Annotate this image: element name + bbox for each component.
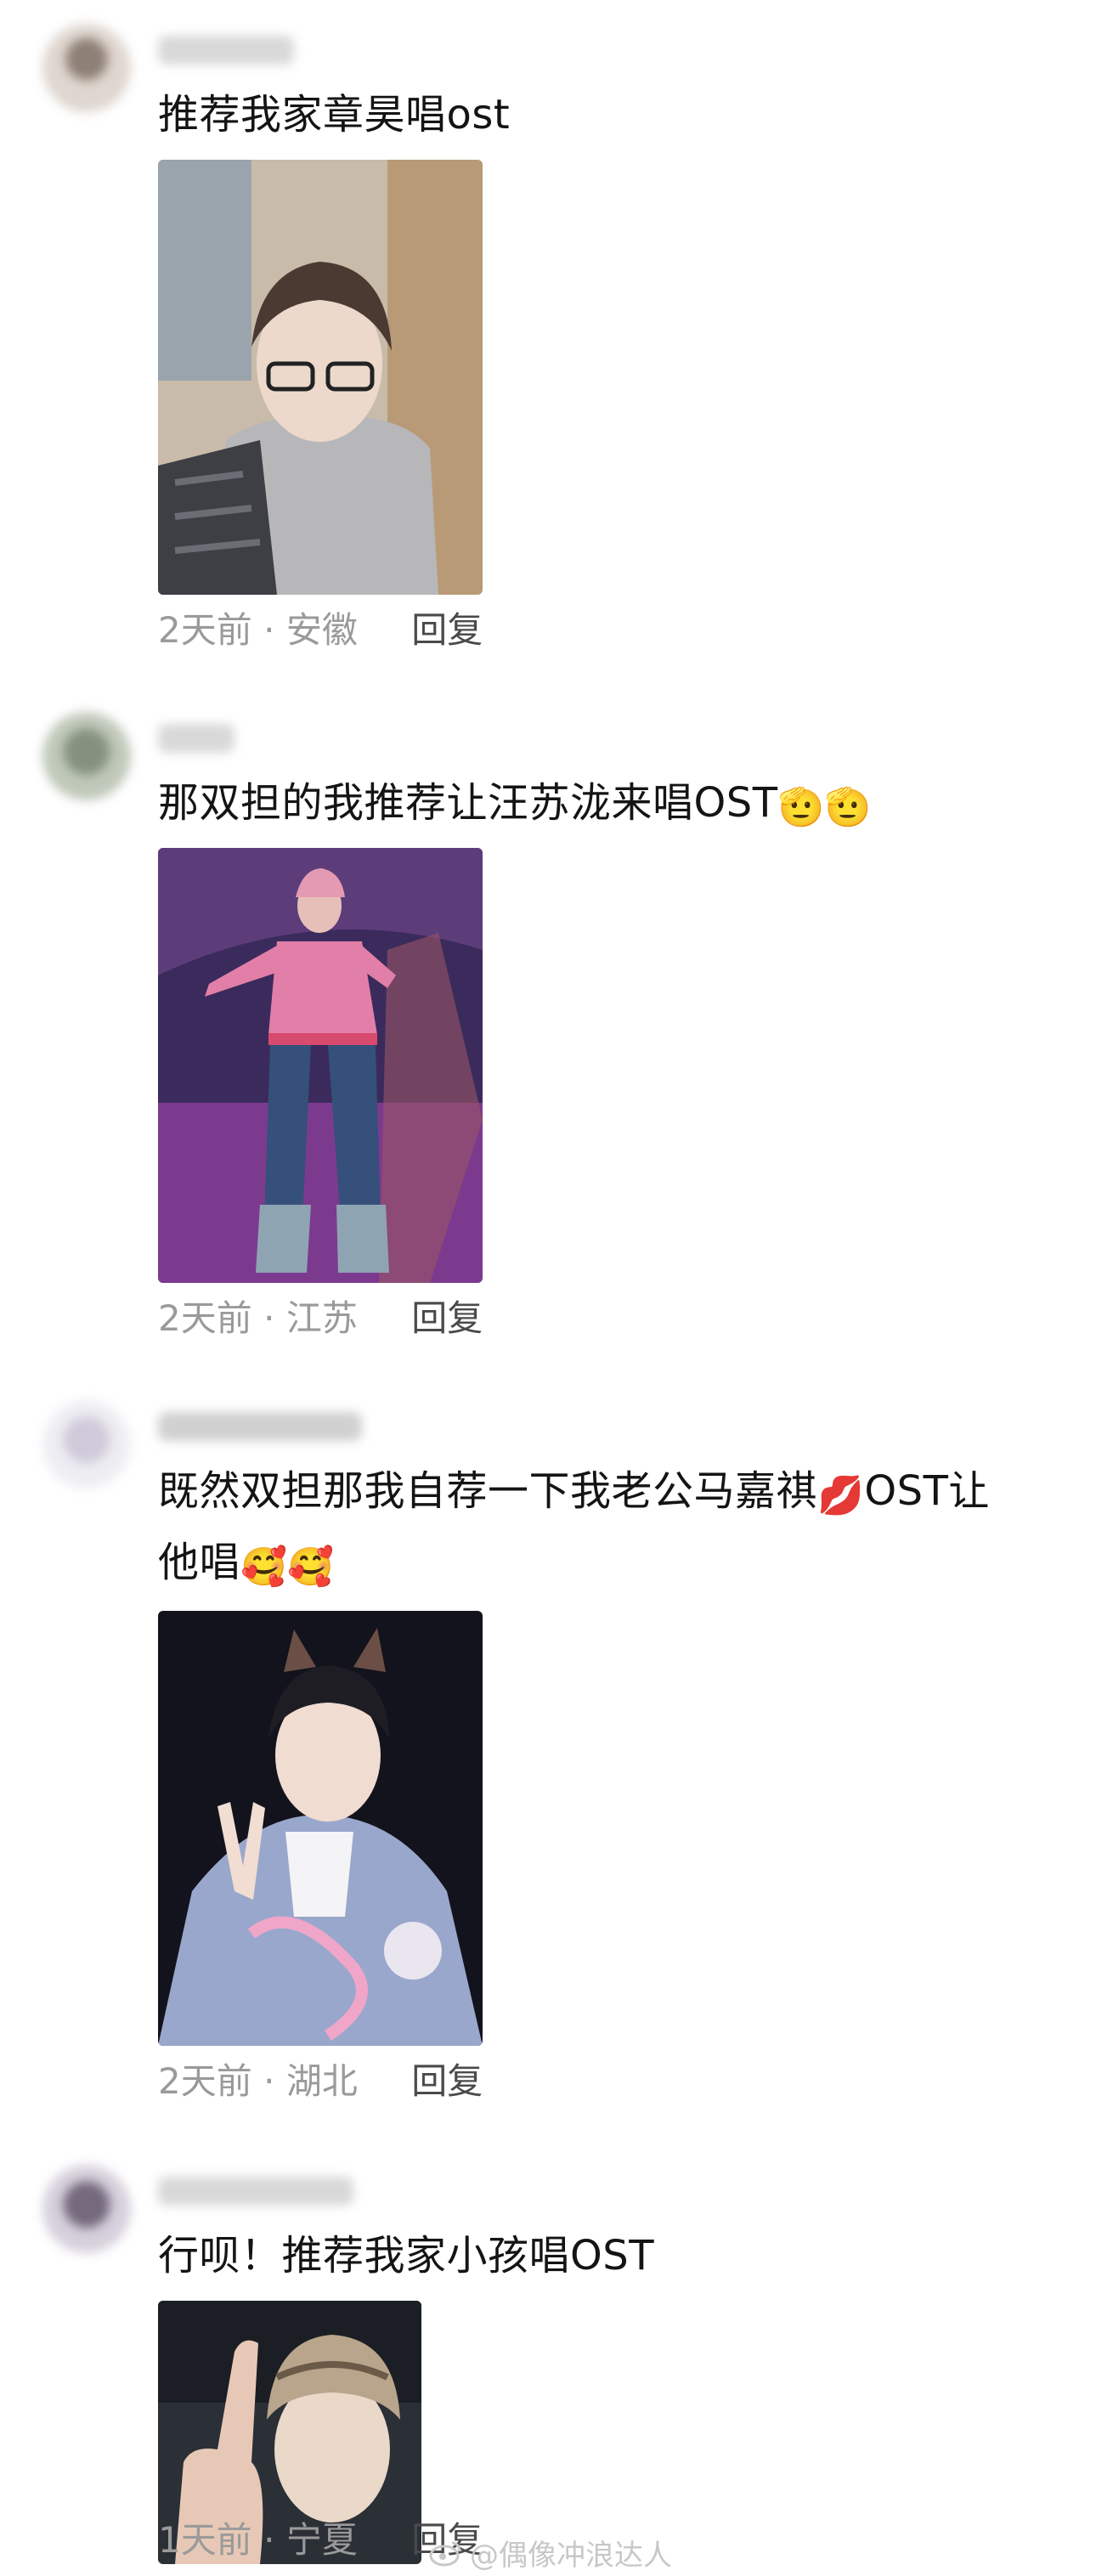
- weibo-logo-icon: [429, 2539, 463, 2568]
- comment-time: 2天前: [158, 609, 252, 651]
- comment-text: 既然双担那我自荐一下我老公马嘉祺💋OST让 他唱🥰🥰: [158, 1458, 1045, 1601]
- comment-text: 那双担的我推荐让汪苏泷来唱OST🫡🫡: [158, 770, 1045, 841]
- avatar[interactable]: [42, 24, 131, 112]
- comment-image[interactable]: [158, 848, 483, 1283]
- avatar[interactable]: [42, 1400, 131, 1489]
- comment-meta: 2天前 · 安徽 回复: [158, 607, 483, 654]
- comment-time: 2天前: [158, 1297, 252, 1339]
- comment-text-content: 那双担的我推荐让汪苏泷来唱OST: [158, 779, 778, 827]
- comment-text-content: 推荐我家章昊唱ost: [158, 91, 511, 138]
- comment-text-line1: 既然双担那我自荐一下我老公马嘉祺: [158, 1467, 818, 1515]
- watermark: @偶像冲浪达人: [429, 2532, 672, 2573]
- meta-separator: ·: [263, 1297, 275, 1339]
- comment-time: 2天前: [158, 2060, 252, 2102]
- reply-button[interactable]: 回复: [411, 609, 483, 651]
- comment-location: 安徽: [285, 609, 358, 651]
- comment-location: 湖北: [285, 2060, 358, 2102]
- kiss-lips-emoji-icon: 💋: [817, 1474, 865, 1517]
- comment-text-line1-tail: OST让: [864, 1467, 990, 1515]
- meta-separator: ·: [263, 2060, 275, 2102]
- comment-text: 推荐我家章昊唱ost: [158, 82, 1045, 148]
- username-blurred[interactable]: [158, 1412, 362, 1441]
- reply-button[interactable]: 回复: [411, 2060, 483, 2102]
- comment-meta: 2天前 · 湖北 回复: [158, 2058, 483, 2105]
- comment-image[interactable]: [158, 160, 483, 595]
- salute-emoji-icon: 🫡: [824, 786, 873, 829]
- username-blurred[interactable]: [158, 724, 234, 753]
- reply-button[interactable]: 回复: [411, 1297, 483, 1339]
- comment-location: 江苏: [285, 1297, 358, 1339]
- comment-time: 1天前: [158, 2519, 252, 2561]
- watermark-text: @偶像冲浪达人: [470, 2539, 672, 2573]
- comment-text-content: 行呗！推荐我家小孩唱OST: [158, 2232, 655, 2279]
- comment-text-line2: 他唱: [158, 1539, 241, 1586]
- comment-image[interactable]: [158, 1611, 483, 2046]
- smiling-hearts-emoji-icon: 🥰: [240, 1545, 288, 1589]
- comment-text: 行呗！推荐我家小孩唱OST: [158, 2223, 1045, 2289]
- username-blurred[interactable]: [158, 36, 294, 65]
- avatar[interactable]: [42, 2165, 131, 2253]
- comment-location: 宁夏: [285, 2519, 358, 2561]
- salute-emoji-icon: 🫡: [777, 786, 825, 829]
- username-blurred[interactable]: [158, 2177, 353, 2206]
- meta-separator: ·: [263, 609, 275, 651]
- comment-meta: 2天前 · 江苏 回复: [158, 1295, 483, 1342]
- smiling-hearts-emoji-icon: 🥰: [287, 1545, 335, 1589]
- avatar[interactable]: [42, 712, 131, 800]
- meta-separator: ·: [263, 2519, 275, 2561]
